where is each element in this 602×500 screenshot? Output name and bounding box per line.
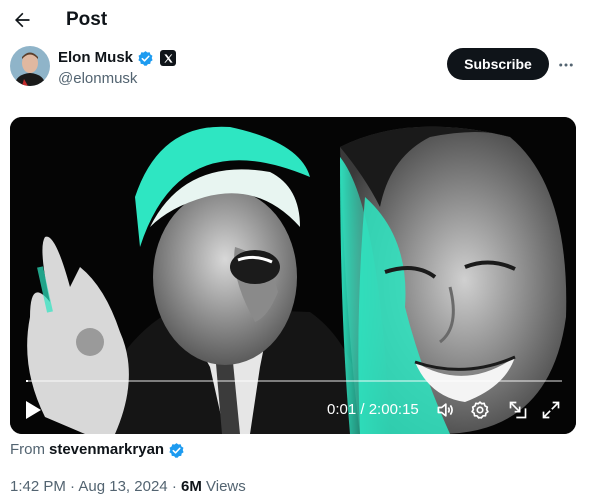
- verified-badge-icon: [138, 50, 153, 66]
- volume-button[interactable]: [434, 399, 456, 421]
- volume-icon: [437, 403, 453, 417]
- x-logo-icon[interactable]: [160, 50, 177, 66]
- arrow-left-icon: [15, 12, 30, 28]
- video-progress-bar[interactable]: [26, 380, 562, 382]
- play-icon: [26, 401, 41, 419]
- duration: 2:00:15: [368, 401, 419, 418]
- post-date[interactable]: Aug 13, 2024: [78, 478, 167, 495]
- dock-icon: [509, 401, 527, 419]
- current-time: 0:01: [327, 401, 357, 418]
- video-timecode: 0:01 / 2:00:15: [327, 401, 419, 419]
- display-name[interactable]: Elon Musk: [58, 48, 133, 68]
- settings-icon: [471, 401, 489, 419]
- views-label: Views: [206, 478, 246, 495]
- verified-badge-icon: [169, 442, 184, 458]
- views-count: 6M: [180, 478, 202, 495]
- video-source: From stevenmarkryan: [10, 440, 185, 460]
- source-prefix: From: [10, 441, 45, 458]
- settings-button[interactable]: [469, 399, 491, 421]
- source-user-link[interactable]: stevenmarkryan: [49, 440, 164, 460]
- post-time[interactable]: 1:42 PM: [10, 478, 66, 495]
- meta-separator: ·: [171, 478, 177, 495]
- video-player[interactable]: 0:01 / 2:00:15: [10, 117, 576, 434]
- play-button[interactable]: [22, 399, 44, 421]
- back-button[interactable]: [6, 4, 38, 36]
- time-separator: /: [360, 401, 365, 418]
- video-progress-fill: [26, 380, 28, 382]
- dock-button[interactable]: [507, 399, 529, 421]
- more-horizontal-icon: [559, 63, 573, 67]
- fullscreen-icon: [542, 401, 560, 419]
- handle[interactable]: @elonmusk: [58, 69, 137, 89]
- subscribe-button[interactable]: Subscribe: [447, 48, 549, 80]
- page-title: Post: [66, 9, 108, 30]
- meta-separator: ·: [70, 478, 76, 495]
- video-thumbnail: [10, 117, 576, 434]
- fullscreen-button[interactable]: [540, 399, 562, 421]
- more-button[interactable]: [553, 52, 579, 78]
- top-bar: Post: [0, 0, 602, 40]
- post-meta: 1:42 PM · Aug 13, 2024 · 6M Views: [10, 477, 246, 497]
- avatar[interactable]: [10, 46, 50, 86]
